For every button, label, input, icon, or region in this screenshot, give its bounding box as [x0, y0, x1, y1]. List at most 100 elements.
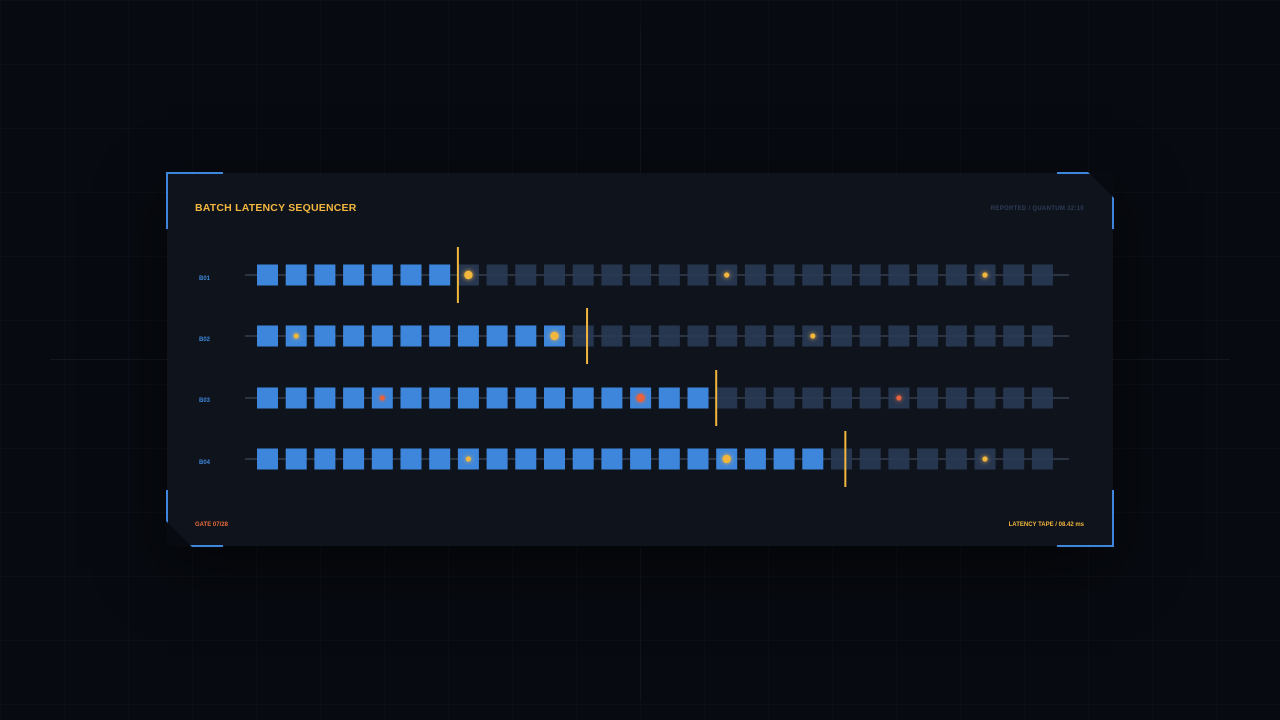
step-cell-b04-27 — [1003, 448, 1025, 470]
step-cell-b04-22 — [859, 448, 881, 470]
step-cell-b02-19 — [773, 325, 795, 347]
step-cell-b01-10 — [515, 264, 537, 286]
step-cell-b02-8 — [457, 325, 479, 347]
latency-readout: LATENCY TAPE / 08.42 ms — [1008, 522, 1084, 528]
step-cell-b01-5 — [371, 264, 393, 286]
step-cell-b02-23 — [888, 325, 910, 347]
step-cell-b01-13 — [601, 264, 623, 286]
step-cell-b02-26 — [974, 325, 996, 347]
event-marker-b02-3 — [810, 333, 816, 339]
step-cell-b02-28 — [1031, 325, 1053, 347]
event-marker-b04-3 — [982, 456, 988, 462]
step-cell-b02-25 — [945, 325, 967, 347]
step-cell-b02-17 — [716, 325, 738, 347]
step-cell-b04-12 — [572, 448, 594, 470]
step-cell-b03-12 — [572, 387, 594, 409]
step-cell-b01-21 — [831, 264, 852, 286]
step-cell-b01-23 — [888, 264, 910, 286]
step-cell-b02-10 — [515, 325, 537, 347]
step-cell-b01-1 — [257, 264, 278, 286]
step-cell-b04-10 — [515, 448, 537, 470]
step-cell-b03-2 — [285, 387, 307, 409]
step-cell-b04-16 — [687, 448, 709, 470]
step-cell-b01-14 — [630, 264, 652, 286]
step-cell-b01-2 — [285, 264, 307, 286]
step-cell-b03-11 — [544, 387, 565, 409]
event-marker-b01-3 — [982, 272, 988, 278]
step-cell-b01-7 — [429, 264, 451, 286]
step-cell-b04-23 — [888, 448, 910, 470]
step-cell-b02-15 — [658, 325, 680, 347]
step-cell-b03-28 — [1031, 387, 1053, 409]
step-cell-b03-1 — [257, 387, 278, 409]
step-cell-b03-3 — [314, 387, 336, 409]
step-cell-b02-22 — [859, 325, 881, 347]
step-cell-b04-18 — [744, 448, 766, 470]
step-cell-b01-25 — [945, 264, 967, 286]
step-cell-b02-12 — [572, 325, 594, 347]
step-cell-b01-6 — [400, 264, 422, 286]
step-cell-b02-5 — [371, 325, 393, 347]
step-cell-b03-17 — [716, 387, 738, 409]
step-cell-b02-14 — [630, 325, 652, 347]
step-cell-b04-21 — [831, 448, 852, 470]
step-cell-b03-13 — [601, 387, 623, 409]
step-cell-b03-7 — [429, 387, 451, 409]
step-cell-b03-15 — [658, 387, 680, 409]
step-cell-b01-24 — [917, 264, 939, 286]
event-marker-b03-2 — [636, 393, 645, 403]
step-cell-b01-3 — [314, 264, 336, 286]
sequencer-panel: BATCH LATENCY SEQUENCER REPORTED / QUANT… — [166, 172, 1114, 547]
step-cell-b01-16 — [687, 264, 709, 286]
step-cell-b01-9 — [486, 264, 508, 286]
step-cell-b03-18 — [744, 387, 766, 409]
step-cell-b01-4 — [343, 264, 365, 286]
step-cell-b01-28 — [1031, 264, 1053, 286]
step-cell-b03-27 — [1003, 387, 1025, 409]
step-cell-b03-22 — [859, 387, 881, 409]
step-cell-b04-19 — [773, 448, 795, 470]
step-cell-b04-20 — [802, 448, 824, 470]
step-cell-b01-11 — [544, 264, 565, 286]
step-cell-b02-24 — [917, 325, 939, 347]
event-marker-b03-3 — [896, 395, 902, 401]
step-cell-b03-9 — [486, 387, 508, 409]
step-cell-b04-4 — [343, 448, 365, 470]
step-cell-b03-8 — [457, 387, 479, 409]
step-cell-b03-26 — [974, 387, 996, 409]
step-cell-b04-3 — [314, 448, 336, 470]
event-marker-b04-1 — [465, 456, 471, 462]
step-cell-b02-4 — [343, 325, 365, 347]
step-cell-b04-9 — [486, 448, 508, 470]
step-cell-b03-20 — [802, 387, 824, 409]
step-cell-b02-21 — [831, 325, 852, 347]
event-marker-b01-2 — [724, 272, 730, 278]
step-cell-b04-25 — [945, 448, 967, 470]
step-cell-b01-22 — [859, 264, 881, 286]
step-cell-b03-21 — [831, 387, 852, 409]
step-cell-b01-18 — [744, 264, 766, 286]
step-cell-b01-15 — [658, 264, 680, 286]
step-cell-b04-24 — [917, 448, 939, 470]
step-cell-b02-9 — [486, 325, 508, 347]
step-cell-b02-6 — [400, 325, 422, 347]
step-cell-b03-19 — [773, 387, 795, 409]
step-cell-b04-6 — [400, 448, 422, 470]
step-cell-b04-1 — [257, 448, 278, 470]
event-marker-b03-1 — [379, 395, 385, 401]
step-cell-b01-27 — [1003, 264, 1025, 286]
step-cell-b02-27 — [1003, 325, 1025, 347]
step-cell-b03-25 — [945, 387, 967, 409]
step-cell-b01-20 — [802, 264, 824, 286]
step-cell-b03-16 — [687, 387, 709, 409]
gate-status: GATE 07/28 — [195, 522, 228, 528]
event-marker-b01-1 — [464, 270, 473, 280]
step-cell-b02-18 — [744, 325, 766, 347]
event-marker-b04-2 — [722, 454, 731, 464]
event-marker-b02-2 — [550, 331, 559, 341]
step-cell-b04-2 — [285, 448, 307, 470]
step-cell-b01-12 — [572, 264, 594, 286]
step-cell-b02-3 — [314, 325, 336, 347]
step-cell-b04-13 — [601, 448, 623, 470]
event-marker-b02-1 — [293, 333, 299, 339]
